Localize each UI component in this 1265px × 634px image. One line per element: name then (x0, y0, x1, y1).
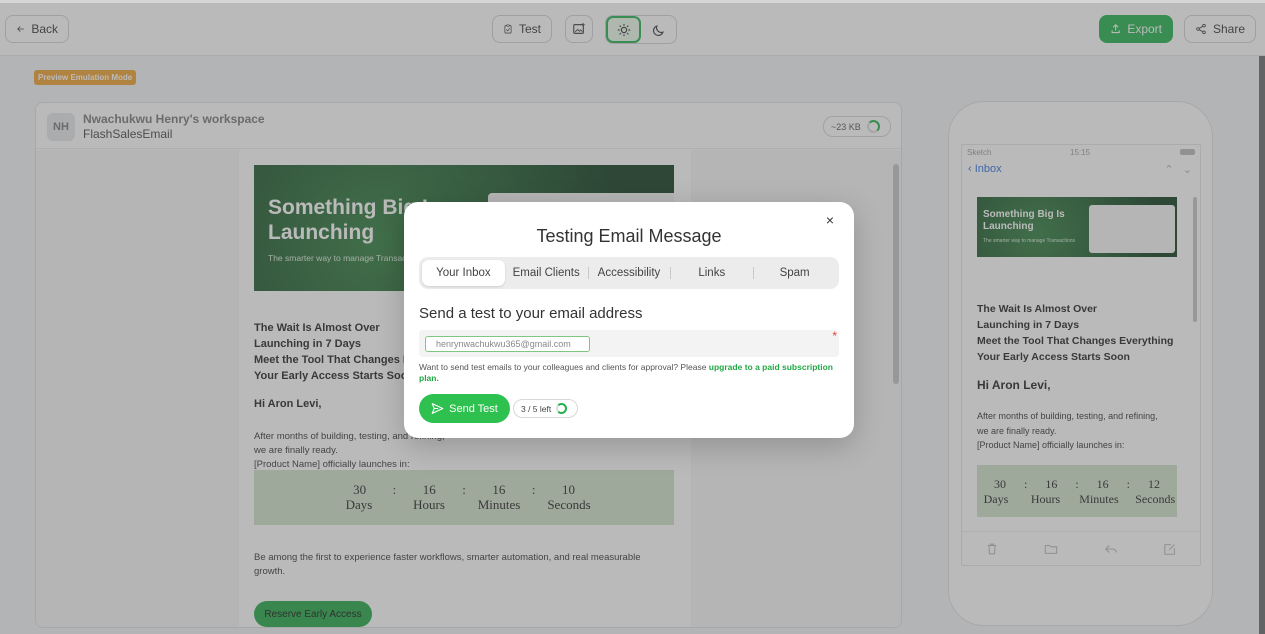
tab-spam[interactable]: Spam (753, 260, 836, 286)
email-field-container: * (419, 329, 839, 357)
modal-title: Testing Email Message (536, 226, 722, 246)
help-text: Want to send test emails to your colleag… (419, 362, 709, 372)
remaining-ring-icon (556, 403, 568, 414)
tab-email-clients[interactable]: Email Clients (505, 260, 588, 286)
required-mark: * (832, 329, 837, 343)
upgrade-help-text: Want to send test emails to your colleag… (419, 362, 839, 384)
email-field[interactable] (425, 336, 590, 352)
modal-tabs: Your Inbox Email Clients Accessibility L… (419, 257, 839, 289)
send-test-button[interactable]: Send Test (419, 394, 510, 423)
testing-email-modal: × Testing Email Message Your Inbox Email… (404, 202, 854, 438)
send-test-label: Send Test (449, 402, 498, 415)
send-icon (431, 403, 444, 414)
send-test-heading: Send a test to your email address (419, 305, 643, 322)
tab-accessibility[interactable]: Accessibility (587, 260, 671, 286)
tab-links[interactable]: Links (670, 260, 753, 286)
tests-remaining: 3 / 5 left (521, 403, 552, 414)
tests-remaining-badge: 3 / 5 left (513, 399, 578, 418)
tab-your-inbox[interactable]: Your Inbox (422, 260, 505, 286)
